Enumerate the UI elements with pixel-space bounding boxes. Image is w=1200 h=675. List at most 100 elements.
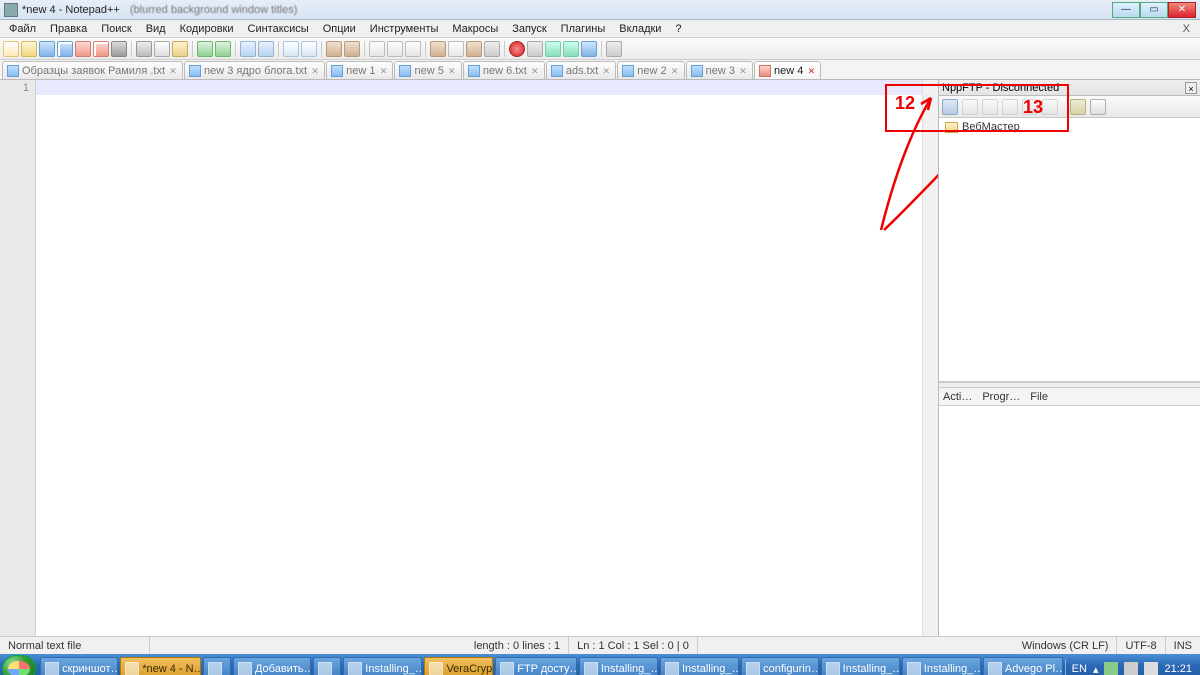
minimize-button[interactable]: — bbox=[1112, 2, 1140, 18]
plugin-icon[interactable] bbox=[606, 41, 622, 57]
zoom-out-icon[interactable] bbox=[301, 41, 317, 57]
taskbar-item-active[interactable]: *new 4 - N… bbox=[120, 657, 201, 675]
tray-language[interactable]: EN bbox=[1072, 663, 1087, 675]
wordwrap-icon[interactable] bbox=[369, 41, 385, 57]
macro-save-icon[interactable] bbox=[581, 41, 597, 57]
menu-x-button[interactable]: X bbox=[1176, 22, 1198, 36]
taskbar-item[interactable]: Installing_… bbox=[343, 657, 422, 675]
taskbar-item[interactable] bbox=[203, 657, 231, 675]
close-button[interactable]: ✕ bbox=[1168, 2, 1196, 18]
doc-tab[interactable]: new 3 ядро блога.txt✕ bbox=[184, 61, 325, 79]
new-file-icon[interactable] bbox=[3, 41, 19, 57]
macro-play-multi-icon[interactable] bbox=[563, 41, 579, 57]
status-mode[interactable]: INS bbox=[1166, 637, 1200, 654]
tab-close-icon[interactable]: ✕ bbox=[310, 66, 320, 76]
menu-language[interactable]: Синтаксисы bbox=[241, 22, 316, 36]
macro-play-icon[interactable] bbox=[545, 41, 561, 57]
doc-map-icon[interactable] bbox=[448, 41, 464, 57]
tray-chevron-icon[interactable]: ▴ bbox=[1093, 663, 1099, 675]
maximize-button[interactable]: ▭ bbox=[1140, 2, 1168, 18]
menu-macro[interactable]: Макросы bbox=[445, 22, 505, 36]
macro-record-icon[interactable] bbox=[509, 41, 525, 57]
menu-edit[interactable]: Правка bbox=[43, 22, 94, 36]
save-icon[interactable] bbox=[39, 41, 55, 57]
doc-tab[interactable]: new 5✕ bbox=[394, 61, 461, 79]
replace-icon[interactable] bbox=[258, 41, 274, 57]
menu-encoding[interactable]: Кодировки bbox=[173, 22, 241, 36]
taskbar-item[interactable] bbox=[313, 657, 341, 675]
menu-file[interactable]: Файл bbox=[2, 22, 43, 36]
menu-search[interactable]: Поиск bbox=[94, 22, 138, 36]
tab-close-icon[interactable]: ✕ bbox=[447, 66, 457, 76]
doc-tab[interactable]: ads.txt✕ bbox=[546, 61, 616, 79]
doc-tab-active[interactable]: new 4✕ bbox=[754, 61, 821, 79]
status-encoding[interactable]: UTF-8 bbox=[1117, 637, 1165, 654]
doc-tab[interactable]: new 1✕ bbox=[326, 61, 393, 79]
redo-icon[interactable] bbox=[215, 41, 231, 57]
tab-close-icon[interactable]: ✕ bbox=[738, 66, 748, 76]
sync-h-icon[interactable] bbox=[344, 41, 360, 57]
copy-icon[interactable] bbox=[154, 41, 170, 57]
all-chars-icon[interactable] bbox=[387, 41, 403, 57]
folder-workspace-icon[interactable] bbox=[466, 41, 482, 57]
tab-close-icon[interactable]: ✕ bbox=[168, 66, 178, 76]
save-all-icon[interactable] bbox=[57, 41, 73, 57]
start-button[interactable] bbox=[2, 655, 36, 675]
close-all-icon[interactable] bbox=[93, 41, 109, 57]
menu-tools[interactable]: Инструменты bbox=[363, 22, 446, 36]
tab-close-icon[interactable]: ✕ bbox=[806, 66, 816, 76]
tray-clock[interactable]: 21:21 bbox=[1164, 663, 1192, 675]
taskbar-item[interactable]: Installing_… bbox=[902, 657, 981, 675]
taskbar-item[interactable]: скриншот… bbox=[40, 657, 118, 675]
taskbar-item[interactable]: FTP досту… bbox=[495, 657, 577, 675]
status-eol[interactable]: Windows (CR LF) bbox=[1014, 637, 1118, 654]
text-editor[interactable] bbox=[36, 80, 922, 636]
doc-tab[interactable]: new 6.txt✕ bbox=[463, 61, 545, 79]
indent-guide-icon[interactable] bbox=[405, 41, 421, 57]
open-file-icon[interactable] bbox=[21, 41, 37, 57]
print-icon[interactable] bbox=[111, 41, 127, 57]
ftp-col-progress[interactable]: Progr… bbox=[982, 391, 1020, 403]
tray-volume-icon[interactable] bbox=[1144, 662, 1158, 675]
ftp-log-area[interactable] bbox=[939, 406, 1200, 636]
taskbar-item[interactable]: VeraCrypt bbox=[424, 657, 493, 675]
zoom-in-icon[interactable] bbox=[283, 41, 299, 57]
macro-stop-icon[interactable] bbox=[527, 41, 543, 57]
taskbar-item[interactable]: Добавить… bbox=[233, 657, 311, 675]
ftp-messages-icon[interactable] bbox=[1090, 99, 1106, 115]
ftp-col-action[interactable]: Acti… bbox=[943, 391, 972, 403]
menu-help[interactable]: ? bbox=[668, 22, 688, 36]
tab-close-icon[interactable]: ✕ bbox=[601, 66, 611, 76]
func-list-icon[interactable] bbox=[430, 41, 446, 57]
menu-plugins[interactable]: Плагины bbox=[554, 22, 613, 36]
tray-flag-icon[interactable] bbox=[1124, 662, 1138, 675]
ftp-settings-icon[interactable] bbox=[1070, 99, 1086, 115]
tray-network-icon[interactable] bbox=[1104, 662, 1118, 675]
cut-icon[interactable] bbox=[136, 41, 152, 57]
taskbar-item[interactable]: Installing_… bbox=[660, 657, 739, 675]
sync-v-icon[interactable] bbox=[326, 41, 342, 57]
paste-icon[interactable] bbox=[172, 41, 188, 57]
taskbar-item[interactable]: Installing_… bbox=[821, 657, 900, 675]
menu-settings[interactable]: Опции bbox=[316, 22, 363, 36]
tab-close-icon[interactable]: ✕ bbox=[530, 66, 540, 76]
tab-close-icon[interactable]: ✕ bbox=[670, 66, 680, 76]
doc-tab[interactable]: new 2✕ bbox=[617, 61, 684, 79]
doc-tab[interactable]: Образцы заявок Рамиля .txt✕ bbox=[2, 61, 183, 79]
ftp-col-file[interactable]: File bbox=[1030, 391, 1048, 403]
menu-view[interactable]: Вид bbox=[139, 22, 173, 36]
ftp-tree-view[interactable]: ВебМастер bbox=[939, 118, 1200, 382]
monitoring-icon[interactable] bbox=[484, 41, 500, 57]
taskbar-item[interactable]: Advego Pl… bbox=[983, 657, 1063, 675]
taskbar-item[interactable]: Installing_… bbox=[579, 657, 658, 675]
undo-icon[interactable] bbox=[197, 41, 213, 57]
menu-run[interactable]: Запуск bbox=[505, 22, 553, 36]
taskbar-item[interactable]: configurin… bbox=[741, 657, 819, 675]
nppftp-close-icon[interactable]: × bbox=[1185, 82, 1197, 94]
find-icon[interactable] bbox=[240, 41, 256, 57]
close-file-icon[interactable] bbox=[75, 41, 91, 57]
app-icon bbox=[348, 662, 362, 675]
menu-window[interactable]: Вкладки bbox=[612, 22, 668, 36]
doc-tab[interactable]: new 3✕ bbox=[686, 61, 753, 79]
tab-close-icon[interactable]: ✕ bbox=[378, 66, 388, 76]
